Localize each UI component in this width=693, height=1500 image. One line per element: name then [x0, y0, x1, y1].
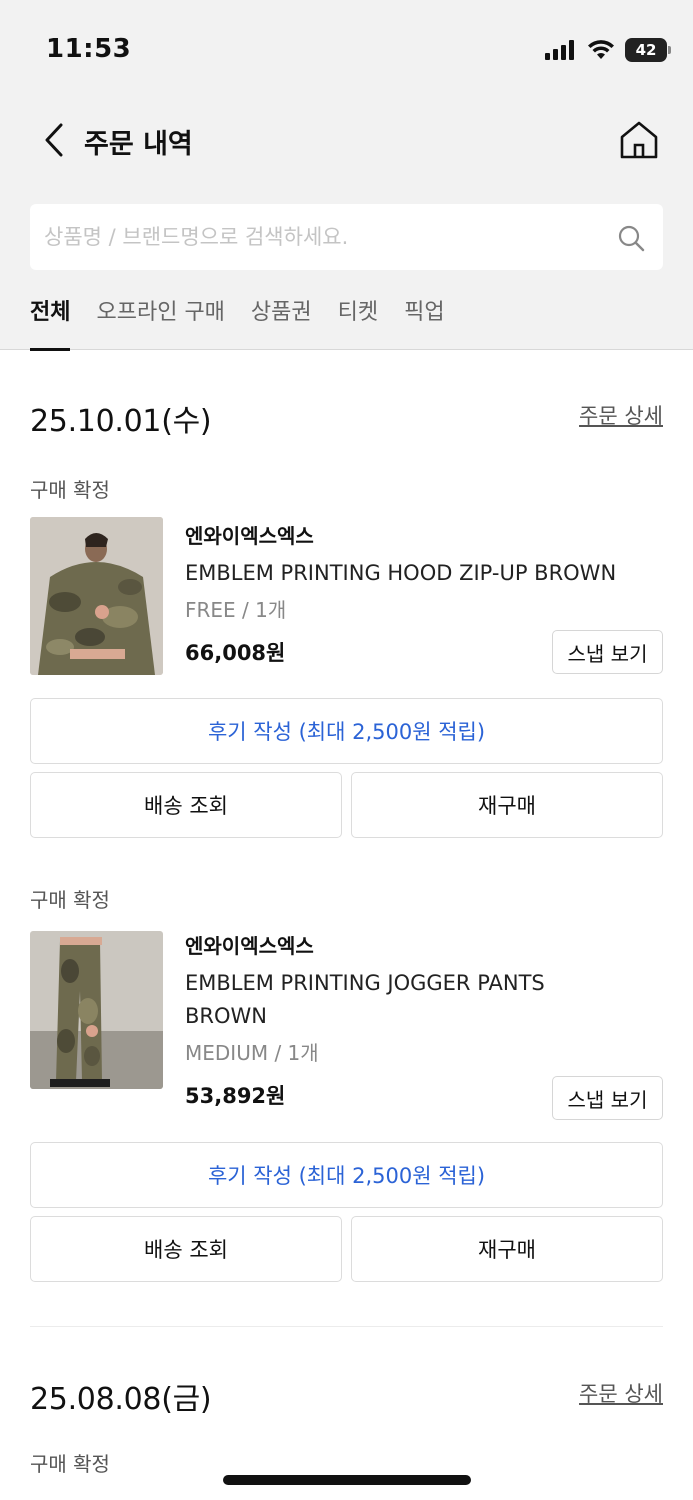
- search-bar: [30, 204, 663, 270]
- tab-offline[interactable]: 오프라인 구매: [96, 292, 224, 350]
- track-shipping-button[interactable]: 배송 조회: [30, 1216, 342, 1282]
- header-area: 11:53 42 주문 내역 상품명 / 브랜드명으로 검색하세요. 전체 오프…: [0, 0, 693, 351]
- write-review-button[interactable]: 후기 작성 (최대 2,500원 적립): [30, 698, 663, 764]
- status-icons: 42: [545, 38, 671, 62]
- search-input[interactable]: [44, 204, 604, 270]
- product-image: [30, 517, 163, 675]
- order-detail-link[interactable]: 주문 상세: [579, 1378, 663, 1408]
- product-thumbnail[interactable]: [30, 931, 163, 1089]
- order-item: 구매 확정 엔와이엑스엑스 EMBLEM PRINTING HOOD ZIP-U…: [30, 470, 663, 840]
- home-icon: [620, 121, 658, 159]
- order-item: 구매 확정 엔와이엑스엑스 EMBLEM PRINTING JOGGER PAN…: [30, 884, 663, 1284]
- product-thumbnail[interactable]: [30, 517, 163, 675]
- snap-view-button[interactable]: 스냅 보기: [552, 630, 663, 674]
- order-status: 구매 확정: [30, 1452, 110, 1476]
- write-review-button[interactable]: 후기 작성 (최대 2,500원 적립): [30, 1142, 663, 1208]
- order-status: 구매 확정: [30, 478, 110, 502]
- tab-giftcard[interactable]: 상품권: [251, 292, 312, 350]
- order-group: 25.08.08(금) 주문 상세 구매 확정: [30, 1374, 663, 1484]
- tab-all[interactable]: 전체: [30, 292, 71, 351]
- product-name[interactable]: EMBLEM PRINTING JOGGER PANTS BROWN: [185, 967, 585, 1033]
- product-name[interactable]: EMBLEM PRINTING HOOD ZIP-UP BROWN: [185, 557, 663, 590]
- status-time: 11:53: [46, 34, 132, 64]
- rebuy-button[interactable]: 재구매: [351, 1216, 663, 1282]
- cellular-signal-icon: [545, 40, 574, 60]
- battery-icon: 42: [625, 38, 671, 62]
- order-date: 25.10.01(수): [30, 404, 212, 439]
- tab-ticket[interactable]: 티켓: [338, 292, 378, 350]
- snap-view-button[interactable]: 스냅 보기: [552, 1076, 663, 1120]
- wifi-icon: [588, 40, 614, 59]
- search-icon[interactable]: [617, 224, 645, 252]
- order-date: 25.08.08(금): [30, 1382, 212, 1417]
- home-indicator: [223, 1475, 471, 1485]
- home-button[interactable]: [615, 116, 663, 164]
- product-option: FREE / 1개: [185, 598, 287, 622]
- order-detail-link[interactable]: 주문 상세: [579, 400, 663, 430]
- order-date-row: 25.10.01(수) 주문 상세: [30, 396, 663, 439]
- rebuy-button[interactable]: 재구매: [351, 772, 663, 838]
- status-bar: 11:53 42: [0, 0, 693, 100]
- order-tabs: 전체 오프라인 구매 상품권 티켓 픽업: [30, 292, 445, 351]
- product-brand[interactable]: 엔와이엑스엑스: [185, 520, 663, 549]
- product-option: MEDIUM / 1개: [185, 1041, 319, 1065]
- order-date-row: 25.08.08(금) 주문 상세: [30, 1374, 663, 1417]
- chevron-left-icon: [45, 123, 63, 157]
- product-brand[interactable]: 엔와이엑스엑스: [185, 930, 663, 959]
- page-title: 주문 내역: [84, 129, 193, 160]
- tab-pickup[interactable]: 픽업: [404, 292, 444, 350]
- order-divider: [30, 1326, 663, 1327]
- battery-level: 42: [635, 41, 657, 59]
- nav-bar: 주문 내역: [0, 100, 693, 184]
- back-button[interactable]: [34, 118, 74, 162]
- product-image: [30, 931, 163, 1089]
- order-status: 구매 확정: [30, 888, 110, 912]
- track-shipping-button[interactable]: 배송 조회: [30, 772, 342, 838]
